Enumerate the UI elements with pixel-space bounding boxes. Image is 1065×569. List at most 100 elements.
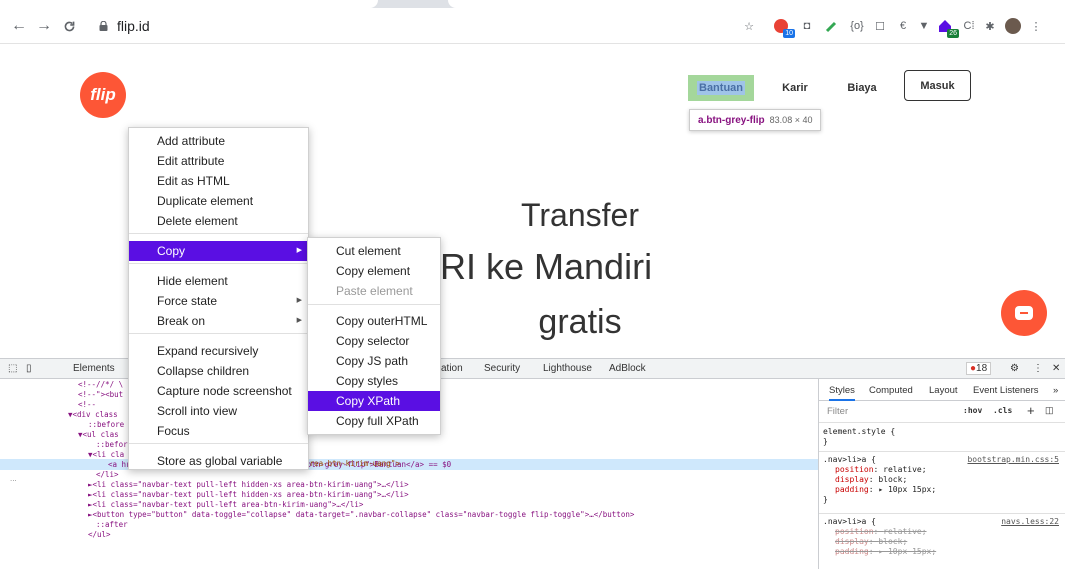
tab-layout[interactable]: Layout [929, 385, 958, 396]
css-property: position [835, 527, 874, 536]
menu-item-store-as-global-variable[interactable]: Store as global variable [129, 451, 308, 471]
context-menu: Add attribute Edit attribute Edit as HTML D… [128, 127, 309, 470]
css-value: ▸ 10px 15px; [878, 485, 937, 494]
menu-icon[interactable]: ⋮ [1027, 17, 1045, 35]
css-declaration[interactable]: display: block; [823, 537, 1063, 547]
nav-karir[interactable]: Karir [770, 75, 820, 101]
menu-item-delete-element[interactable]: Delete element [129, 211, 308, 231]
menu-item-copy-element[interactable]: Copy element [308, 261, 440, 281]
menu-item-label: Edit attribute [157, 154, 225, 168]
menu-item-label: Scroll into view [157, 404, 238, 418]
close-icon[interactable]: ✕ [1052, 363, 1060, 374]
settings-gear-icon[interactable]: ⚙ [1010, 363, 1019, 374]
tab[interactable] [448, 0, 1065, 8]
device-toolbar-icon[interactable]: ▯ [26, 363, 32, 374]
menu-item-edit-as-html[interactable]: Edit as HTML [129, 171, 308, 191]
new-rule-button[interactable]: + [1027, 403, 1035, 418]
nav-bantuan[interactable]: Bantuan [688, 75, 754, 101]
address-bar[interactable]: flip.id [117, 18, 150, 34]
flip-logo[interactable]: flip [80, 72, 126, 118]
forward-icon[interactable]: → [33, 14, 55, 38]
menu-item-expand-recursively[interactable]: Expand recursively [129, 341, 308, 361]
css-declaration[interactable]: padding: ▸ 10px 15px; [823, 485, 1063, 495]
css-declaration[interactable]: padding: ▸ 10px 15px; [823, 547, 1063, 557]
house-extension-icon[interactable]: 26 [936, 17, 959, 38]
extension-icon[interactable]: 10 [772, 17, 795, 38]
css-property: display [835, 475, 869, 484]
toggle-sidebar-icon[interactable]: ◫ [1045, 405, 1054, 416]
issues-badge[interactable]: ●18 [966, 362, 992, 375]
menu-item-collapse-children[interactable]: Collapse children [129, 361, 308, 381]
tab-application[interactable]: ation [441, 363, 463, 374]
puzzle-icon[interactable]: ✱ [981, 17, 999, 35]
menu-item-label: Edit as HTML [157, 174, 230, 188]
menu-item-hide-element[interactable]: Hide element [129, 271, 308, 291]
tab-computed[interactable]: Computed [869, 385, 913, 396]
nav-biaya[interactable]: Biaya [837, 75, 887, 101]
menu-item-scroll-into-view[interactable]: Scroll into view [129, 401, 308, 421]
menu-item-edit-attribute[interactable]: Edit attribute [129, 151, 308, 171]
dom-li-tail: s area-btn-kirim-uang"> [296, 459, 400, 468]
menu-item-force-state[interactable]: Force state ▶ [129, 291, 308, 311]
feather-extension-icon[interactable]: € [894, 17, 912, 35]
cj-extension-icon[interactable]: C⁞ [960, 17, 978, 35]
css-colon: : [873, 527, 884, 536]
tab-event-listeners[interactable]: Event Listeners [973, 385, 1038, 396]
filter-input[interactable]: Filter [827, 406, 848, 417]
menu-item-label: Hide element [157, 274, 228, 288]
tab-lighthouse[interactable]: Lighthouse [543, 363, 592, 374]
browser-toolbar: ← → flip.id ☆ 10 ◘ {o} ☐ € ▼ 26 C⁞ ✱ ⋮ [0, 8, 1065, 44]
menu-item-label: Delete element [157, 214, 238, 228]
menu-item-focus[interactable]: Focus [129, 421, 308, 441]
vue-extension-icon[interactable]: ▼ [915, 17, 933, 35]
tab-more[interactable]: » [1053, 385, 1058, 396]
menu-item-cut-element[interactable]: Cut element [308, 241, 440, 261]
element-style-rule: element.style { } [823, 427, 896, 446]
menu-item-copy-xpath[interactable]: Copy XPath [308, 391, 440, 411]
tab-security[interactable]: Security [484, 363, 520, 374]
avatar[interactable] [1004, 17, 1022, 35]
css-value: relative; [883, 465, 927, 474]
menu-item-copy-full-xpath[interactable]: Copy full XPath [308, 411, 440, 431]
square-extension-icon[interactable]: ☐ [871, 17, 889, 35]
dom-node[interactable]: </ul> [0, 529, 818, 540]
braces-extension-icon[interactable]: {o} [848, 17, 866, 35]
tab-elements[interactable]: Elements [73, 363, 115, 374]
dropper-extension-icon[interactable] [823, 17, 841, 35]
menu-item-break-on[interactable]: Break on ▶ [129, 311, 308, 331]
menu-item-copy[interactable]: Copy ▶ [129, 241, 308, 261]
more-icon[interactable]: ⋮ [1033, 363, 1043, 374]
bookmark-star-icon[interactable]: ☆ [740, 17, 758, 35]
menu-separator [308, 304, 440, 305]
chat-button[interactable] [1001, 290, 1047, 336]
menu-item-copy-js-path[interactable]: Copy JS path [308, 351, 440, 371]
menu-item-copy-outerhtml[interactable]: Copy outerHTML [308, 311, 440, 331]
menu-item-copy-styles[interactable]: Copy styles [308, 371, 440, 391]
back-icon[interactable]: ← [8, 14, 30, 38]
menu-item-copy-selector[interactable]: Copy selector [308, 331, 440, 351]
lock-icon[interactable] [99, 21, 108, 31]
rule-divider [819, 451, 1065, 452]
active-tab[interactable] [0, 0, 378, 8]
css-declaration[interactable]: display: block; [823, 475, 1063, 485]
hov-toggle[interactable]: :hov [963, 406, 982, 415]
reload-icon[interactable] [58, 14, 80, 38]
menu-item-add-attribute[interactable]: Add attribute [129, 131, 308, 151]
inspect-element-icon[interactable]: ⬚ [8, 363, 17, 374]
tab-adblock[interactable]: AdBlock [609, 363, 646, 374]
source-link-bootstrap[interactable]: bootstrap.min.css:5 [967, 455, 1059, 465]
menu-item-duplicate-element[interactable]: Duplicate element [129, 191, 308, 211]
camera-extension-icon[interactable]: ◘ [798, 17, 816, 35]
menu-item-label: Capture node screenshot [157, 384, 292, 398]
tab-styles[interactable]: Styles [829, 385, 855, 401]
cls-toggle[interactable]: .cls [993, 406, 1012, 415]
line-ellipsis: ... [10, 474, 17, 483]
css-declaration[interactable]: position: relative; [823, 465, 1063, 475]
masuk-button[interactable]: Masuk [904, 70, 971, 101]
source-link-navs-less[interactable]: navs.less:22 [1001, 517, 1059, 527]
menu-separator [129, 333, 308, 334]
menu-separator [129, 233, 308, 234]
css-declaration[interactable]: position: relative; [823, 527, 1063, 537]
menu-item-capture-node-screenshot[interactable]: Capture node screenshot [129, 381, 308, 401]
css-colon: : [868, 485, 879, 494]
